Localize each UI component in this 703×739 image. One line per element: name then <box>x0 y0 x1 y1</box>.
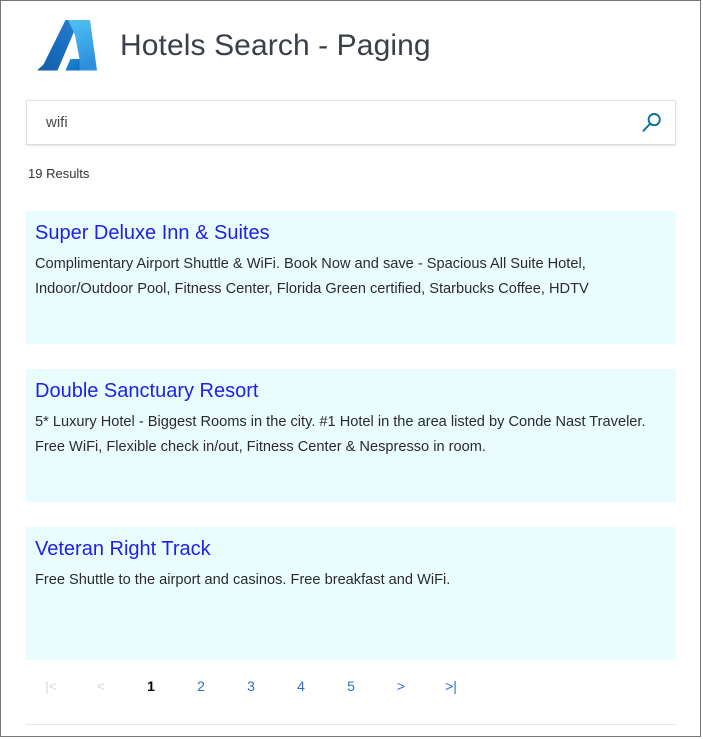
search-button[interactable] <box>629 101 675 144</box>
results-count: 19 Results <box>28 166 90 181</box>
pagination-first[interactable]: |< <box>26 673 76 699</box>
search-bar <box>26 100 676 145</box>
pagination-last[interactable]: >| <box>426 673 476 699</box>
result-title-link[interactable]: Veteran Right Track <box>35 536 662 562</box>
page-title: Hotels Search - Paging <box>120 28 431 62</box>
result-description: Complimentary Airport Shuttle & WiFi. Bo… <box>35 256 589 297</box>
result-card: Super Deluxe Inn & Suites Complimentary … <box>26 211 676 344</box>
results-list: Super Deluxe Inn & Suites Complimentary … <box>26 211 676 685</box>
azure-logo-icon <box>35 18 99 74</box>
pagination-page-5[interactable]: 5 <box>326 673 376 699</box>
search-icon <box>640 111 664 135</box>
app-header: Hotels Search - Paging <box>1 1 700 89</box>
pagination-prev[interactable]: < <box>76 673 126 699</box>
result-title-link[interactable]: Super Deluxe Inn & Suites <box>35 220 662 246</box>
pagination-page-4[interactable]: 4 <box>276 673 326 699</box>
pagination-page-2[interactable]: 2 <box>176 673 226 699</box>
result-description: Free Shuttle to the airport and casinos.… <box>35 572 451 588</box>
result-card: Double Sanctuary Resort 5* Luxury Hotel … <box>26 369 676 502</box>
result-card: Veteran Right Track Free Shuttle to the … <box>26 527 676 660</box>
result-description: 5* Luxury Hotel - Biggest Rooms in the c… <box>35 414 646 455</box>
app-window: Hotels Search - Paging 19 Results Super … <box>0 0 701 737</box>
pagination-page-3[interactable]: 3 <box>226 673 276 699</box>
search-input[interactable] <box>46 101 629 144</box>
pagination-next[interactable]: > <box>376 673 426 699</box>
pagination: |< < 1 2 3 4 5 > >| <box>26 673 676 699</box>
footer-divider <box>26 724 676 725</box>
result-title-link[interactable]: Double Sanctuary Resort <box>35 378 662 404</box>
pagination-page-1[interactable]: 1 <box>126 673 176 699</box>
